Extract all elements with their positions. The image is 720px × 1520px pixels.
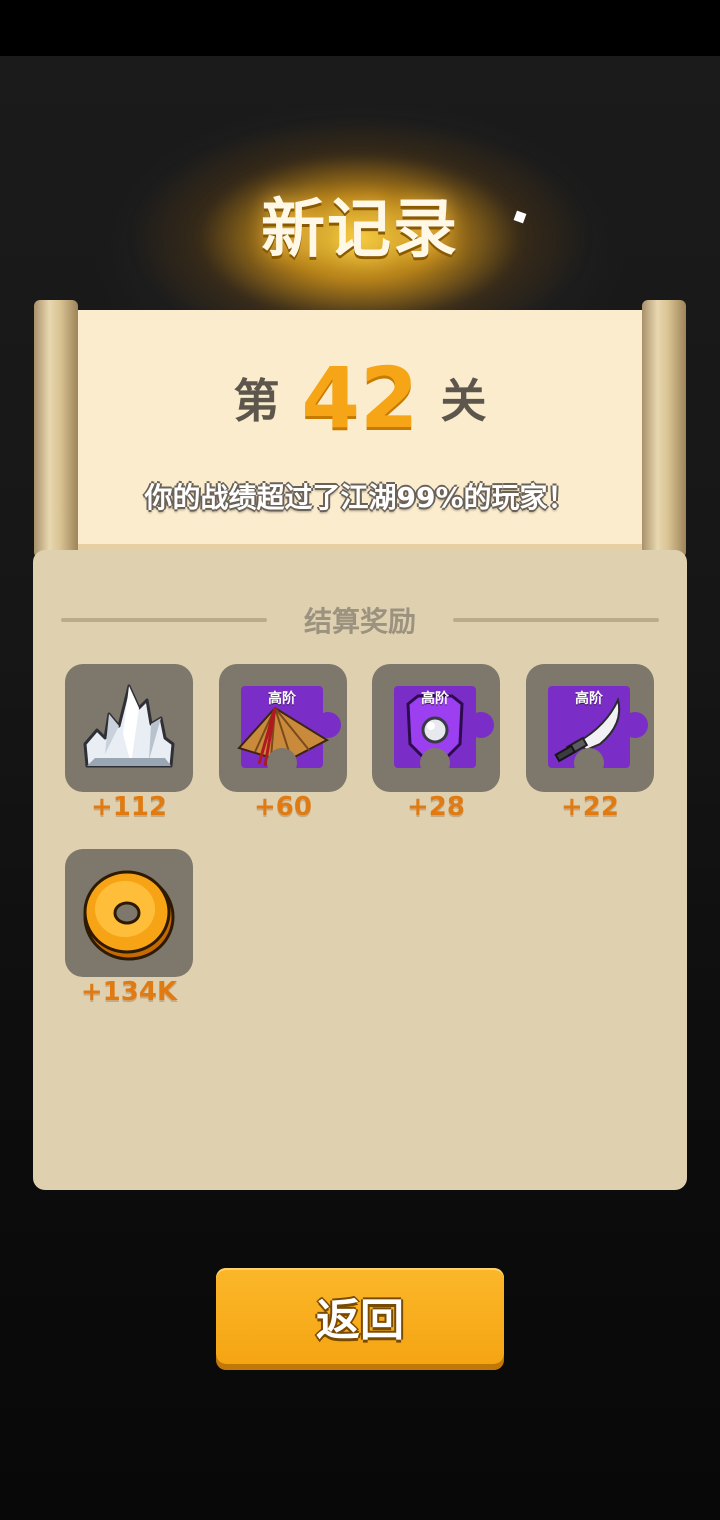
gold-coin-icon bbox=[83, 870, 175, 961]
reward-item[interactable]: 高阶 +28 bbox=[372, 664, 500, 822]
level-number: 42 bbox=[301, 349, 419, 447]
reward-slot: 高阶 bbox=[219, 664, 347, 792]
reward-amount: +134K bbox=[80, 977, 178, 1007]
level-suffix: 关 bbox=[440, 374, 487, 428]
reward-item[interactable]: 高阶 +22 bbox=[526, 664, 654, 822]
status-bar-area bbox=[0, 0, 720, 56]
reward-item[interactable]: +112 bbox=[65, 664, 193, 822]
rewards-header: 结算奖励 bbox=[33, 598, 687, 642]
level-display: 第 42 关 bbox=[70, 352, 650, 444]
level-prefix: 第 bbox=[233, 374, 280, 428]
reward-item[interactable]: 高阶 +60 bbox=[219, 664, 347, 822]
silver-crystal-icon bbox=[83, 684, 175, 768]
reward-slot: 高阶 bbox=[526, 664, 654, 792]
fragment-notch-circle bbox=[574, 748, 604, 778]
return-button[interactable]: 返回 bbox=[216, 1268, 504, 1364]
reward-slot: 高阶 bbox=[372, 664, 500, 792]
rewards-panel: 结算奖励 +112 高阶 +60 高阶 +28 高阶 +22 +134K bbox=[33, 550, 687, 1190]
reward-slot bbox=[65, 849, 193, 977]
ranking-message: 你的战绩超过了江湖99%的玩家！ bbox=[144, 481, 576, 514]
fragment-notch bbox=[241, 686, 323, 778]
fragment-notch-circle bbox=[267, 748, 297, 778]
fragment-notch bbox=[548, 686, 630, 778]
reward-amount: +112 bbox=[90, 792, 168, 822]
reward-amount: +28 bbox=[407, 792, 465, 822]
fragment-notch bbox=[394, 686, 476, 778]
reward-amount: +60 bbox=[254, 792, 312, 822]
new-record-title: 新记录 bbox=[261, 193, 459, 267]
divider-right bbox=[453, 618, 659, 622]
reward-amount: +22 bbox=[561, 792, 619, 822]
reward-item[interactable]: +134K bbox=[65, 849, 193, 1007]
reward-slot bbox=[65, 664, 193, 792]
fragment-notch-circle bbox=[420, 748, 450, 778]
